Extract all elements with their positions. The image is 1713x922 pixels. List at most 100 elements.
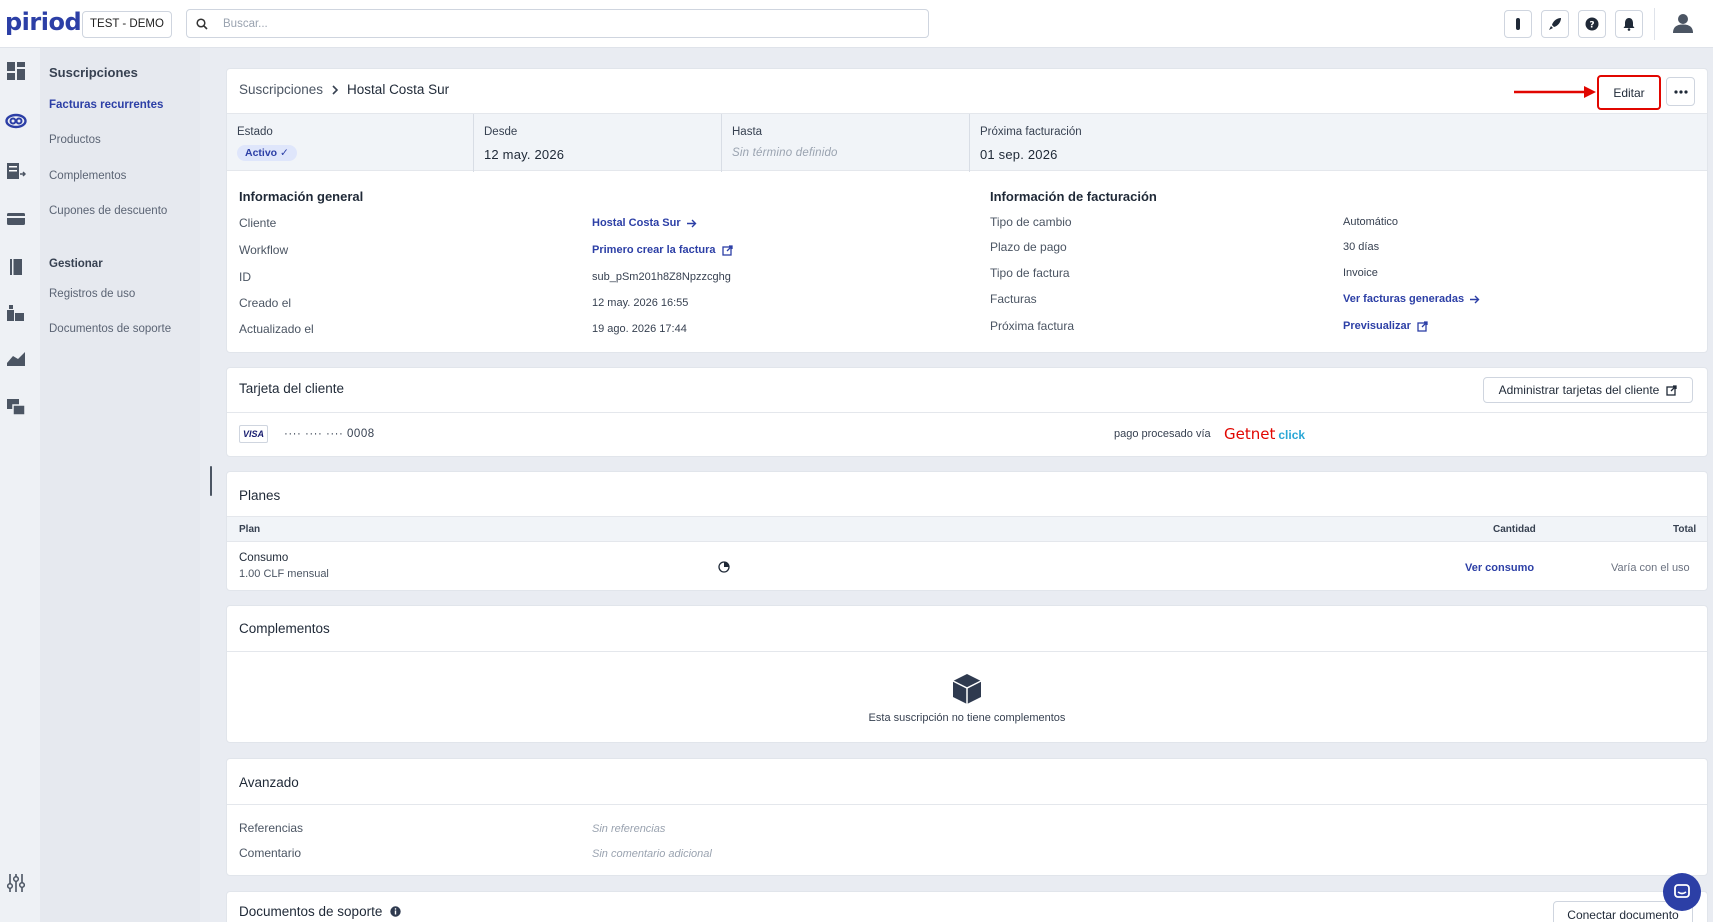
rocket-icon [1549,18,1561,30]
customer-card-section: Tarjeta del cliente Administrar tarjetas… [226,367,1708,457]
divider [227,651,1707,652]
settings-nav[interactable] [5,872,27,894]
environment-switcher[interactable]: TEST - DEMO [82,11,172,38]
referencias-label: Referencias [239,821,304,835]
facturas-label: Facturas [990,292,1037,306]
hasta-value: Sin término definido [732,147,838,159]
addons-section: Complementos Esta suscripción no tiene c… [226,605,1708,743]
top-bar: piriod TEST - DEMO ? [0,0,1713,48]
support-docs-title: Documentos de soporte [239,904,383,919]
sidebar-section-suscripciones: Suscripciones [49,65,138,80]
external-link-icon [1666,384,1678,396]
notifications-button[interactable] [1615,10,1643,38]
books-nav[interactable] [5,256,27,278]
workflow-link[interactable]: Primero crear la factura [592,244,733,256]
support-docs-header: Documentos de soporte [239,904,402,919]
search-box[interactable] [186,9,929,38]
invoices-nav[interactable] [5,160,27,182]
subscriptions-sidebar: Suscripciones Facturas recurrentes Produ… [40,48,200,922]
dashboard-nav[interactable] [5,60,27,82]
help-button[interactable]: ? [1578,10,1606,38]
referencias-value: Sin referencias [592,823,666,835]
integrations-nav[interactable] [5,396,27,418]
topbar-divider [1654,8,1655,40]
metered-icon [718,561,730,573]
getnet-logo: Getnet click [1224,425,1305,443]
divider [227,412,1707,413]
more-options-button[interactable] [1666,77,1695,106]
billing-info-title: Información de facturación [990,189,1157,204]
sidebar-item-productos[interactable]: Productos [49,134,101,146]
advanced-section: Avanzado Referencias Sin referencias Com… [226,758,1708,876]
help-icon: ? [1585,17,1599,31]
cliente-value[interactable]: Hostal Costa Sur [592,217,681,229]
annotation-arrow [1514,86,1596,98]
plans-section: Planes Plan Cantidad Total Consumo 1.00 … [226,471,1708,591]
chart-icon [7,352,25,366]
subscriptions-icon [5,113,27,129]
status-badge: Activo ✓ [237,145,297,161]
status-desde: Desde 12 may. 2026 [473,114,723,172]
user-icon [1673,14,1693,33]
ellipsis-icon [1673,89,1688,94]
proxima-facturacion-label: Próxima facturación [980,126,1082,138]
tipo-cambio-label: Tipo de cambio [990,215,1072,229]
plan-total: Varía con el uso [1611,562,1690,574]
bell-icon [1623,18,1635,31]
getnet-name: Getnet [1224,425,1276,443]
id-label: ID [239,270,251,284]
sidebar-item-facturas-recurrentes[interactable]: Facturas recurrentes [49,99,163,111]
previsualizar-value[interactable]: Previsualizar [1343,320,1411,332]
svg-text:?: ? [1589,21,1594,31]
flask-button[interactable] [1504,10,1532,38]
sidebar-item-registros-de-uso[interactable]: Registros de uso [49,288,135,300]
chat-launcher[interactable] [1663,873,1701,911]
plan-detail: 1.00 CLF mensual [239,568,329,580]
creado-value: 12 may. 2026 16:55 [592,297,689,309]
previsualizar-link[interactable]: Previsualizar [1343,320,1428,332]
workflow-label: Workflow [239,243,289,257]
dashboard-icon [7,62,25,80]
info-icon[interactable] [390,906,402,917]
sidebar-item-cupones[interactable]: Cupones de descuento [49,205,167,217]
invoices-icon [7,163,26,179]
integrations-icon [7,399,26,416]
payments-icon [7,213,25,225]
user-avatar[interactable] [1672,12,1694,37]
cliente-link[interactable]: Hostal Costa Sur [592,217,697,229]
payments-nav[interactable] [5,208,27,230]
ver-facturas-value[interactable]: Ver facturas generadas [1343,293,1464,305]
col-plan: Plan [239,524,261,535]
sidebar-scrollbar[interactable] [210,466,212,496]
hasta-label: Hasta [732,126,763,138]
inventory-nav[interactable] [5,302,27,324]
breadcrumb: Suscripciones Hostal Costa Sur [239,82,449,97]
subscriptions-nav[interactable] [5,110,27,132]
piriod-logo[interactable]: piriod [5,8,82,36]
getnet-suffix: click [1278,428,1306,442]
search-input[interactable] [223,14,913,34]
reports-nav[interactable] [5,348,27,370]
status-proxima-facturacion: Próxima facturación 01 sep. 2026 [969,114,1369,172]
sidebar-item-documentos-de-soporte[interactable]: Documentos de soporte [49,323,171,335]
external-link-icon [721,244,733,256]
id-value: sub_pSm201h8Z8Npzzcghg [592,271,731,283]
ver-consumo-link[interactable]: Ver consumo [1465,562,1534,574]
manage-cards-button[interactable]: Administrar tarjetas del cliente [1483,377,1693,403]
rocket-button[interactable] [1541,10,1569,38]
external-link-icon [1417,320,1428,332]
plazo-pago-label: Plazo de pago [990,240,1067,254]
actualizado-value: 19 ago. 2026 17:44 [592,323,687,335]
chat-icon [1674,884,1690,898]
customer-card-title: Tarjeta del cliente [239,381,345,396]
subscription-detail-card: Suscripciones Hostal Costa Sur Editar Es… [226,68,1708,353]
sidebar-item-complementos[interactable]: Complementos [49,170,126,182]
proxima-factura-label: Próxima factura [990,319,1075,333]
addons-empty-text: Esta suscripción no tiene complementos [868,712,1066,724]
manage-cards-label: Administrar tarjetas del cliente [1498,383,1660,397]
breadcrumb-suscripciones[interactable]: Suscripciones [239,82,323,97]
edit-button[interactable]: Editar [1597,75,1661,110]
ver-facturas-link[interactable]: Ver facturas generadas [1343,293,1480,305]
workflow-value[interactable]: Primero crear la factura [592,244,716,256]
arrow-right-icon [1470,295,1480,303]
